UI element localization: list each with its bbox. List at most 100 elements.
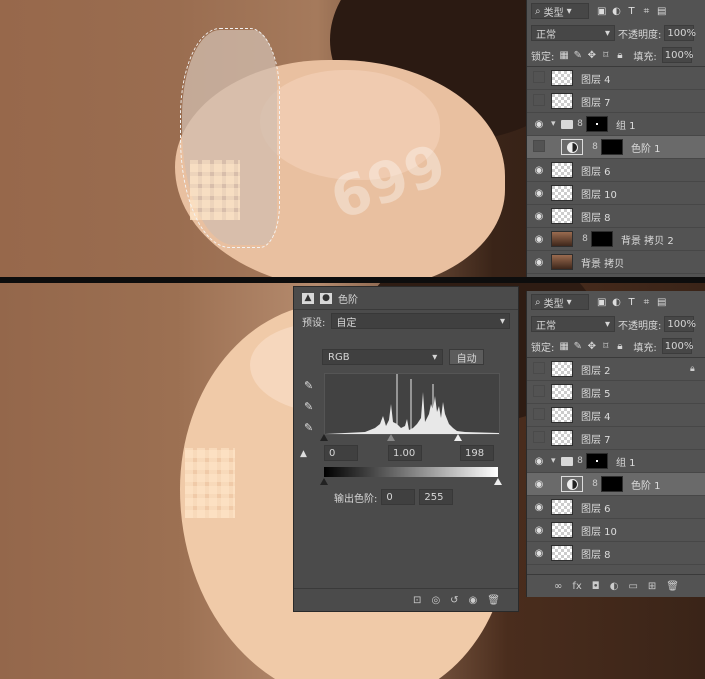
layer-row[interactable]: ◉ 图层 6 <box>527 496 705 519</box>
layer-mask-thumb[interactable] <box>601 139 623 155</box>
input-gray-handle[interactable] <box>387 434 395 441</box>
white-eyedropper-icon[interactable]: ✎ <box>304 421 313 434</box>
layer-row[interactable]: ◉ ▾ 8 组 1 <box>527 113 705 136</box>
input-gamma-field[interactable]: 1.00 <box>388 445 422 461</box>
layer-row[interactable]: 图层 4 <box>527 67 705 90</box>
output-black-field[interactable]: 0 <box>381 489 416 505</box>
adjustment-icon[interactable]: ◐ <box>610 581 619 592</box>
opacity-field[interactable]: 100% <box>664 25 696 41</box>
filter-shape-icon[interactable]: ⌗ <box>642 6 651 16</box>
output-white-handle[interactable] <box>494 478 502 485</box>
layer-row[interactable]: ◉ ▾ 8 组 1 <box>527 450 705 473</box>
eye-icon[interactable]: ◉ <box>527 479 551 490</box>
lock-all-icon[interactable]: 🔒︎ <box>615 50 624 60</box>
eye-icon[interactable]: ◉ <box>527 548 551 559</box>
layer-row[interactable]: 图层 2 🔒︎ <box>527 358 705 381</box>
channel-select[interactable]: RGB ▾ <box>322 349 444 365</box>
fx-icon[interactable]: fx <box>572 581 581 592</box>
layer-row[interactable]: 8 色阶 1 <box>527 136 705 159</box>
blend-mode-select[interactable]: 正常 ▾ <box>531 316 615 332</box>
eye-icon[interactable] <box>527 431 551 446</box>
layer-row[interactable]: ◉ 图层 10 <box>527 182 705 205</box>
eye-icon[interactable]: ◉ <box>527 119 551 130</box>
adjustment-thumb[interactable] <box>561 476 583 492</box>
layer-kind-select[interactable]: ⌕ 类型 ▾ <box>531 3 589 19</box>
layer-row[interactable]: 图层 4 <box>527 404 705 427</box>
input-slider[interactable] <box>320 434 498 442</box>
filter-adjustment-icon[interactable]: ◐ <box>612 297 621 307</box>
layer-row[interactable]: ◉ 图层 8 <box>527 542 705 565</box>
layer-row[interactable]: ◉ 背景 拷贝 <box>527 251 705 274</box>
layer-row[interactable]: ◉ 图层 8 <box>527 205 705 228</box>
input-black-handle[interactable] <box>320 434 328 441</box>
layers-panel-top[interactable]: ⌕ 类型 ▾ ▣ ◐ T ⌗ ▤ 正常 ▾ 不透明度: 100% 锁定: ▦ ✎… <box>526 0 705 297</box>
filter-pixel-icon[interactable]: ▣ <box>597 6 606 16</box>
clip-to-layer-icon[interactable]: ⊡ <box>413 595 421 606</box>
lock-artboard-icon[interactable]: ⌑ <box>601 50 610 60</box>
filter-smart-icon[interactable]: ▤ <box>657 297 666 307</box>
lock-transparent-icon[interactable]: ▦ <box>559 50 568 60</box>
lock-transparent-icon[interactable]: ▦ <box>559 341 568 351</box>
eye-icon[interactable] <box>527 140 551 155</box>
lock-move-icon[interactable]: ✥ <box>587 341 596 351</box>
input-white-field[interactable]: 198 <box>460 445 494 461</box>
layer-row[interactable]: ◉ 图层 10 <box>527 519 705 542</box>
layer-row[interactable]: 图层 7 <box>527 90 705 113</box>
trash-icon[interactable]: 🗑︎ <box>666 581 679 592</box>
trash-icon[interactable]: 🗑︎ <box>487 595 500 606</box>
opacity-field[interactable]: 100% <box>664 316 696 332</box>
layers-panel-bottom[interactable]: ⌕ 类型 ▾ ▣ ◐ T ⌗ ▤ 正常 ▾ 不透明度: 100% 锁定: ▦ ✎… <box>526 291 705 597</box>
input-black-field[interactable]: 0 <box>324 445 358 461</box>
auto-button[interactable]: 自动 <box>449 349 484 365</box>
layer-mask-thumb[interactable] <box>591 231 613 247</box>
lock-paint-icon[interactable]: ✎ <box>573 341 582 351</box>
clipping-warning-icon[interactable]: ▲ <box>300 449 307 459</box>
chevron-down-icon[interactable]: ▾ <box>551 456 561 466</box>
filter-smart-icon[interactable]: ▤ <box>657 6 666 16</box>
fill-field[interactable]: 100% <box>661 338 693 354</box>
adjustment-thumb[interactable] <box>561 139 583 155</box>
eye-icon[interactable]: ◉ <box>527 502 551 513</box>
blend-mode-select[interactable]: 正常 ▾ <box>531 25 615 41</box>
lock-move-icon[interactable]: ✥ <box>587 50 596 60</box>
filter-type-icon[interactable]: T <box>627 297 636 307</box>
view-previous-icon[interactable]: ◎ <box>431 595 440 606</box>
layer-mask-thumb[interactable] <box>586 116 608 132</box>
eye-icon[interactable] <box>527 385 551 400</box>
lock-artboard-icon[interactable]: ⌑ <box>601 341 610 351</box>
chevron-down-icon[interactable]: ▾ <box>551 119 561 129</box>
filter-adjustment-icon[interactable]: ◐ <box>612 6 621 16</box>
visibility-icon[interactable]: ◉ <box>469 595 478 606</box>
eye-icon[interactable]: ◉ <box>527 211 551 222</box>
layer-mask-thumb[interactable] <box>601 476 623 492</box>
lock-all-icon[interactable]: 🔒︎ <box>615 341 624 351</box>
fill-field[interactable]: 100% <box>661 47 693 63</box>
mask-icon[interactable]: ● <box>320 292 332 304</box>
eye-icon[interactable] <box>527 408 551 423</box>
lock-paint-icon[interactable]: ✎ <box>573 50 582 60</box>
gray-eyedropper-icon[interactable]: ✎ <box>304 400 313 413</box>
eye-icon[interactable] <box>527 71 551 86</box>
layer-row[interactable]: ◉ 8 背景 拷贝 2 <box>527 228 705 251</box>
eye-icon[interactable] <box>527 362 551 377</box>
eye-icon[interactable]: ◉ <box>527 456 551 467</box>
input-white-handle[interactable] <box>454 434 462 441</box>
eye-icon[interactable]: ◉ <box>527 525 551 536</box>
eye-icon[interactable]: ◉ <box>527 188 551 199</box>
output-slider[interactable] <box>320 478 502 486</box>
output-white-field[interactable]: 255 <box>419 489 454 505</box>
layer-row[interactable]: ◉ 8 色阶 1 <box>527 473 705 496</box>
folder-icon[interactable]: ▭ <box>628 581 637 592</box>
output-black-handle[interactable] <box>320 478 328 485</box>
layer-kind-select[interactable]: ⌕ 类型 ▾ <box>531 294 589 310</box>
layer-row[interactable]: 图层 7 <box>527 427 705 450</box>
new-layer-icon[interactable]: ⊞ <box>648 581 656 592</box>
reset-icon[interactable]: ↺ <box>450 595 458 606</box>
filter-type-icon[interactable]: T <box>627 6 636 16</box>
preset-select[interactable]: 自定 ▾ <box>331 313 510 329</box>
eye-icon[interactable]: ◉ <box>527 234 551 245</box>
levels-properties-panel[interactable]: ▲ ● 色阶 预设: 自定 ▾ RGB ▾ 自动 ✎ ✎ ✎ ▲ 0 1.00 … <box>293 286 519 612</box>
black-eyedropper-icon[interactable]: ✎ <box>304 379 313 392</box>
filter-pixel-icon[interactable]: ▣ <box>597 297 606 307</box>
layer-row[interactable]: ◉ 图层 6 <box>527 159 705 182</box>
